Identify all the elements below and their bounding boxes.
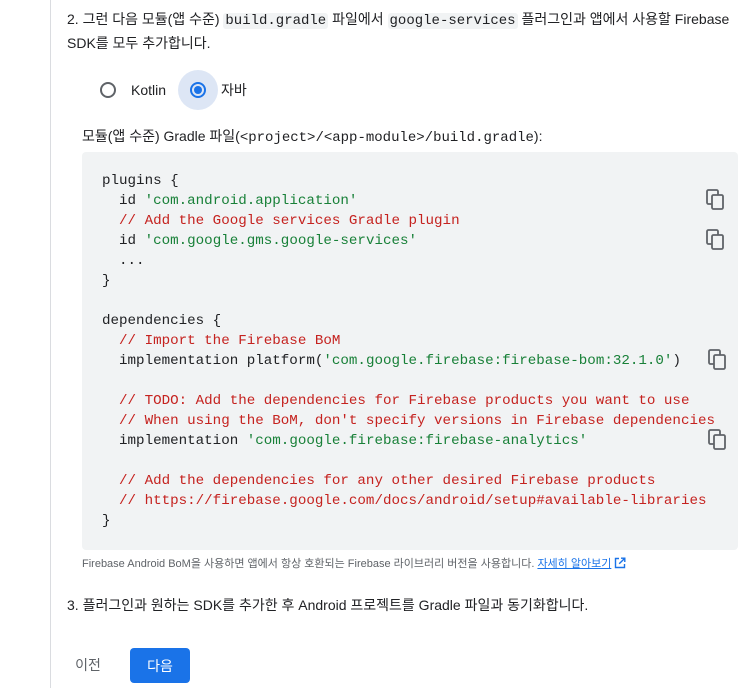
- radio-label-java: 자바: [221, 82, 247, 98]
- external-link-icon[interactable]: [614, 557, 626, 575]
- radio-label-kotlin: Kotlin: [131, 82, 167, 98]
- bom-note: Firebase Android BoM을 사용하면 앱에서 항상 호환되는 F…: [82, 555, 626, 575]
- radio-halo: [88, 70, 128, 110]
- previous-button[interactable]: 이전: [66, 649, 110, 681]
- step-text: 그런 다음 모듈(앱 수준): [78, 11, 224, 27]
- file-label-suffix: ):: [533, 128, 543, 144]
- learn-more-link[interactable]: 자세히 알아보기: [537, 558, 611, 570]
- code-line: implementation platform('com.google.fire…: [102, 353, 681, 369]
- step-3-instruction: 3. 플러그인과 원하는 SDK를 추가한 후 Android 프로젝트를 Gr…: [67, 594, 588, 616]
- language-radio-group: Kotlin 자바: [88, 68, 247, 112]
- radio-option-kotlin[interactable]: Kotlin: [88, 70, 178, 110]
- step-2-instruction: 2. 그런 다음 모듈(앱 수준) build.gradle 파일에서 goog…: [67, 8, 737, 54]
- radio-selected-icon: [190, 82, 207, 98]
- step-number: 2.: [67, 11, 79, 27]
- step-text: 파일에서: [328, 11, 388, 27]
- code-comment: // https://firebase.google.com/docs/andr…: [102, 493, 707, 509]
- step-text: 플러그인과 원하는 SDK를 추가한 후 Android 프로젝트를 Gradl…: [78, 597, 589, 613]
- code-line: implementation 'com.google.firebase:fire…: [102, 433, 588, 449]
- code-line: }: [102, 513, 111, 529]
- note-text: Firebase Android BoM을 사용하면 앱에서 항상 호환되는 F…: [82, 558, 538, 570]
- copy-icon[interactable]: [706, 189, 726, 211]
- code-line: id 'com.google.gms.google-services': [102, 233, 418, 249]
- code-comment: // TODO: Add the dependencies for Fireba…: [102, 393, 690, 409]
- gradle-file-label: 모듈(앱 수준) Gradle 파일(<project>/<app-module…: [82, 126, 542, 148]
- file-label-prefix: 모듈(앱 수준) Gradle 파일(: [82, 128, 240, 144]
- code-line: dependencies {: [102, 313, 222, 329]
- file-path: <project>/<app-module>/build.gradle: [239, 130, 534, 146]
- inline-code-build-gradle: build.gradle: [223, 13, 329, 29]
- code-comment: // When using the BoM, don't specify ver…: [102, 413, 715, 429]
- code-comment: // Add the Google services Gradle plugin: [102, 213, 460, 229]
- code-line: id 'com.android.application': [102, 193, 358, 209]
- inline-code-google-services: google-services: [387, 13, 518, 29]
- copy-icon[interactable]: [706, 229, 726, 251]
- stepper-rail: [50, 0, 51, 688]
- copy-icon[interactable]: [708, 429, 728, 451]
- radio-option-java[interactable]: 자바: [178, 70, 247, 110]
- code-line: }: [102, 273, 111, 289]
- copy-icon[interactable]: [708, 349, 728, 371]
- radio-halo-selected: [178, 70, 219, 110]
- code-comment: // Import the Firebase BoM: [102, 333, 341, 349]
- code-comment: // Add the dependencies for any other de…: [102, 473, 656, 489]
- next-button[interactable]: 다음: [130, 648, 190, 683]
- radio-unselected-icon: [100, 82, 116, 98]
- code-line: plugins {: [102, 173, 179, 189]
- code-line: ...: [102, 253, 145, 269]
- code-block: plugins { id 'com.android.application' /…: [82, 152, 738, 550]
- step-number: 3.: [67, 597, 79, 613]
